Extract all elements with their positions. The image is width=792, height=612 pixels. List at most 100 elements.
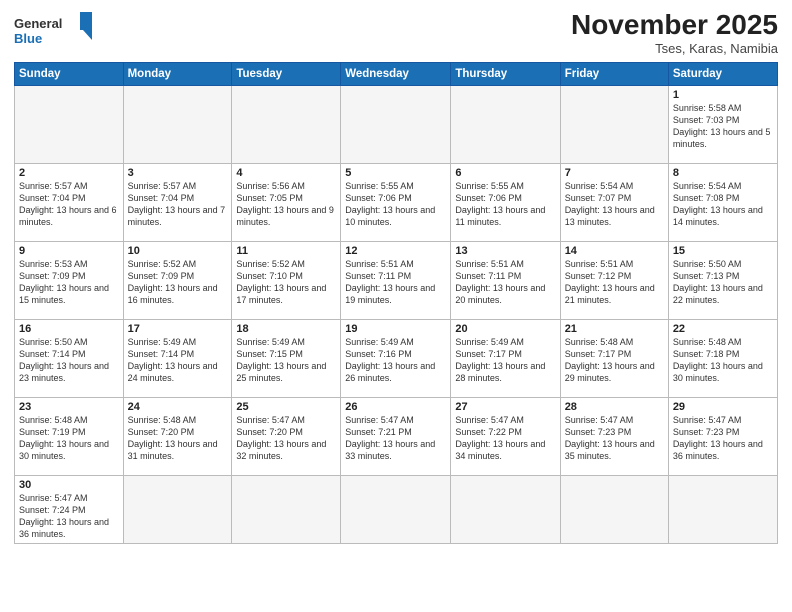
day-number: 7 [565, 167, 664, 179]
calendar-week-row: 30Sunrise: 5:47 AM Sunset: 7:24 PM Dayli… [15, 475, 778, 544]
calendar-day-cell: 1Sunrise: 5:58 AM Sunset: 7:03 PM Daylig… [668, 85, 777, 163]
calendar-day-cell: 8Sunrise: 5:54 AM Sunset: 7:08 PM Daylig… [668, 163, 777, 241]
day-number: 25 [236, 401, 336, 413]
header-thursday: Thursday [451, 62, 560, 85]
day-number: 6 [455, 167, 555, 179]
day-number: 21 [565, 323, 664, 335]
calendar-day-cell: 9Sunrise: 5:53 AM Sunset: 7:09 PM Daylig… [15, 241, 124, 319]
calendar-week-row: 16Sunrise: 5:50 AM Sunset: 7:14 PM Dayli… [15, 319, 778, 397]
day-info: Sunrise: 5:52 AM Sunset: 7:10 PM Dayligh… [236, 258, 336, 307]
day-number: 29 [673, 401, 773, 413]
header-sunday: Sunday [15, 62, 124, 85]
day-number: 1 [673, 89, 773, 101]
day-number: 23 [19, 401, 119, 413]
day-number: 19 [345, 323, 446, 335]
calendar-day-cell: 23Sunrise: 5:48 AM Sunset: 7:19 PM Dayli… [15, 397, 124, 475]
calendar-week-row: 2Sunrise: 5:57 AM Sunset: 7:04 PM Daylig… [15, 163, 778, 241]
day-number: 2 [19, 167, 119, 179]
calendar-day-cell: 2Sunrise: 5:57 AM Sunset: 7:04 PM Daylig… [15, 163, 124, 241]
calendar-day-cell [232, 475, 341, 544]
calendar-day-cell: 30Sunrise: 5:47 AM Sunset: 7:24 PM Dayli… [15, 475, 124, 544]
day-info: Sunrise: 5:53 AM Sunset: 7:09 PM Dayligh… [19, 258, 119, 307]
day-number: 5 [345, 167, 446, 179]
calendar-day-cell: 11Sunrise: 5:52 AM Sunset: 7:10 PM Dayli… [232, 241, 341, 319]
calendar-day-cell: 14Sunrise: 5:51 AM Sunset: 7:12 PM Dayli… [560, 241, 668, 319]
day-info: Sunrise: 5:55 AM Sunset: 7:06 PM Dayligh… [345, 180, 446, 229]
calendar-day-cell: 16Sunrise: 5:50 AM Sunset: 7:14 PM Dayli… [15, 319, 124, 397]
calendar-day-cell: 24Sunrise: 5:48 AM Sunset: 7:20 PM Dayli… [123, 397, 232, 475]
calendar-day-cell: 17Sunrise: 5:49 AM Sunset: 7:14 PM Dayli… [123, 319, 232, 397]
calendar-day-cell: 7Sunrise: 5:54 AM Sunset: 7:07 PM Daylig… [560, 163, 668, 241]
generalblue-logo-icon: General Blue [14, 10, 94, 50]
svg-text:General: General [14, 16, 62, 31]
day-info: Sunrise: 5:49 AM Sunset: 7:17 PM Dayligh… [455, 336, 555, 385]
day-number: 9 [19, 245, 119, 257]
calendar-day-cell: 4Sunrise: 5:56 AM Sunset: 7:05 PM Daylig… [232, 163, 341, 241]
calendar-day-cell: 19Sunrise: 5:49 AM Sunset: 7:16 PM Dayli… [341, 319, 451, 397]
day-info: Sunrise: 5:57 AM Sunset: 7:04 PM Dayligh… [19, 180, 119, 229]
day-number: 17 [128, 323, 228, 335]
day-info: Sunrise: 5:48 AM Sunset: 7:20 PM Dayligh… [128, 414, 228, 463]
day-number: 3 [128, 167, 228, 179]
day-info: Sunrise: 5:47 AM Sunset: 7:22 PM Dayligh… [455, 414, 555, 463]
day-number: 28 [565, 401, 664, 413]
day-info: Sunrise: 5:56 AM Sunset: 7:05 PM Dayligh… [236, 180, 336, 229]
day-number: 4 [236, 167, 336, 179]
day-info: Sunrise: 5:54 AM Sunset: 7:07 PM Dayligh… [565, 180, 664, 229]
day-number: 12 [345, 245, 446, 257]
calendar-day-cell [123, 85, 232, 163]
calendar-day-cell [341, 475, 451, 544]
subtitle: Tses, Karas, Namibia [571, 41, 778, 56]
header-friday: Friday [560, 62, 668, 85]
calendar-day-cell [451, 85, 560, 163]
header: General Blue November 2025 Tses, Karas, … [14, 10, 778, 56]
header-tuesday: Tuesday [232, 62, 341, 85]
calendar-day-cell: 27Sunrise: 5:47 AM Sunset: 7:22 PM Dayli… [451, 397, 560, 475]
day-number: 26 [345, 401, 446, 413]
day-number: 22 [673, 323, 773, 335]
day-info: Sunrise: 5:50 AM Sunset: 7:14 PM Dayligh… [19, 336, 119, 385]
calendar-day-cell: 12Sunrise: 5:51 AM Sunset: 7:11 PM Dayli… [341, 241, 451, 319]
day-info: Sunrise: 5:51 AM Sunset: 7:11 PM Dayligh… [455, 258, 555, 307]
day-info: Sunrise: 5:58 AM Sunset: 7:03 PM Dayligh… [673, 102, 773, 151]
calendar-day-cell [560, 85, 668, 163]
day-number: 14 [565, 245, 664, 257]
day-info: Sunrise: 5:48 AM Sunset: 7:18 PM Dayligh… [673, 336, 773, 385]
calendar-week-row: 1Sunrise: 5:58 AM Sunset: 7:03 PM Daylig… [15, 85, 778, 163]
day-info: Sunrise: 5:47 AM Sunset: 7:23 PM Dayligh… [673, 414, 773, 463]
day-info: Sunrise: 5:51 AM Sunset: 7:12 PM Dayligh… [565, 258, 664, 307]
calendar-day-cell: 21Sunrise: 5:48 AM Sunset: 7:17 PM Dayli… [560, 319, 668, 397]
day-info: Sunrise: 5:49 AM Sunset: 7:15 PM Dayligh… [236, 336, 336, 385]
day-info: Sunrise: 5:47 AM Sunset: 7:23 PM Dayligh… [565, 414, 664, 463]
calendar-week-row: 23Sunrise: 5:48 AM Sunset: 7:19 PM Dayli… [15, 397, 778, 475]
calendar-day-cell [123, 475, 232, 544]
calendar-day-cell: 18Sunrise: 5:49 AM Sunset: 7:15 PM Dayli… [232, 319, 341, 397]
header-monday: Monday [123, 62, 232, 85]
day-info: Sunrise: 5:52 AM Sunset: 7:09 PM Dayligh… [128, 258, 228, 307]
page: General Blue November 2025 Tses, Karas, … [0, 0, 792, 612]
day-number: 18 [236, 323, 336, 335]
calendar-day-cell [668, 475, 777, 544]
calendar-day-cell: 22Sunrise: 5:48 AM Sunset: 7:18 PM Dayli… [668, 319, 777, 397]
day-info: Sunrise: 5:57 AM Sunset: 7:04 PM Dayligh… [128, 180, 228, 229]
day-number: 13 [455, 245, 555, 257]
calendar-day-cell: 3Sunrise: 5:57 AM Sunset: 7:04 PM Daylig… [123, 163, 232, 241]
header-saturday: Saturday [668, 62, 777, 85]
day-info: Sunrise: 5:55 AM Sunset: 7:06 PM Dayligh… [455, 180, 555, 229]
calendar-day-cell: 13Sunrise: 5:51 AM Sunset: 7:11 PM Dayli… [451, 241, 560, 319]
calendar-day-cell [15, 85, 124, 163]
calendar-day-cell: 10Sunrise: 5:52 AM Sunset: 7:09 PM Dayli… [123, 241, 232, 319]
day-number: 11 [236, 245, 336, 257]
header-wednesday: Wednesday [341, 62, 451, 85]
logo-area: General Blue [14, 10, 94, 50]
title-area: November 2025 Tses, Karas, Namibia [571, 10, 778, 56]
day-info: Sunrise: 5:50 AM Sunset: 7:13 PM Dayligh… [673, 258, 773, 307]
day-info: Sunrise: 5:48 AM Sunset: 7:19 PM Dayligh… [19, 414, 119, 463]
day-info: Sunrise: 5:49 AM Sunset: 7:14 PM Dayligh… [128, 336, 228, 385]
calendar-day-cell: 6Sunrise: 5:55 AM Sunset: 7:06 PM Daylig… [451, 163, 560, 241]
weekday-header-row: Sunday Monday Tuesday Wednesday Thursday… [15, 62, 778, 85]
calendar-day-cell: 20Sunrise: 5:49 AM Sunset: 7:17 PM Dayli… [451, 319, 560, 397]
day-info: Sunrise: 5:47 AM Sunset: 7:21 PM Dayligh… [345, 414, 446, 463]
day-info: Sunrise: 5:48 AM Sunset: 7:17 PM Dayligh… [565, 336, 664, 385]
day-info: Sunrise: 5:54 AM Sunset: 7:08 PM Dayligh… [673, 180, 773, 229]
